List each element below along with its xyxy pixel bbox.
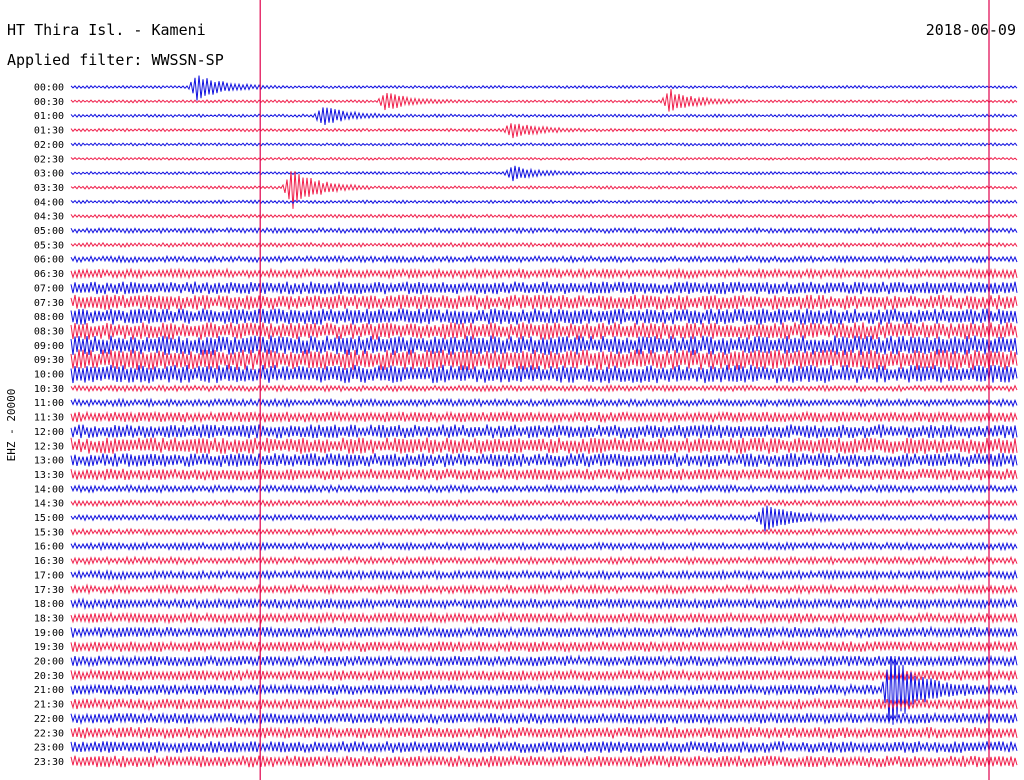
trace-row-0700 (70, 281, 1018, 295)
tick-label: 17:30 (34, 585, 64, 596)
tick-label: 02:00 (34, 140, 64, 151)
tick-label: 12:00 (34, 427, 64, 438)
trace-row-1700 (70, 568, 1018, 581)
trace-row-1630 (70, 555, 1018, 566)
tick-label: 12:30 (34, 441, 64, 452)
channel-label: EHZ - 20000 (5, 389, 18, 462)
trace-row-0230 (70, 156, 1018, 161)
trace-row-1400 (70, 483, 1018, 494)
trace-row-2230 (70, 726, 1018, 740)
trace-row-0600 (70, 254, 1018, 264)
tick-label: 22:30 (34, 728, 64, 739)
trace-row-1930 (70, 639, 1018, 654)
tick-label: 20:30 (34, 671, 64, 682)
tick-label: 15:00 (34, 513, 64, 524)
tick-label: 23:30 (34, 757, 64, 768)
trace-row-0130 (70, 123, 1018, 139)
helicorder-plot: 00:00 00:30 01:00 01:30 02:00 02:30 03:00 03:30… (5, 0, 1018, 780)
tick-label: 10:00 (34, 370, 64, 381)
trace-row-0300 (70, 165, 1018, 182)
tick-label: 19:00 (34, 628, 64, 639)
tick-label: 10:30 (34, 384, 64, 395)
trace-row-1130 (70, 410, 1018, 424)
trace-row-0630 (70, 267, 1018, 280)
trace-row-2200 (70, 711, 1018, 726)
tick-label: 08:30 (34, 326, 64, 337)
trace-row-2000 (70, 654, 1018, 668)
tick-label: 01:00 (34, 111, 64, 122)
tick-label: 09:30 (34, 355, 64, 366)
trace-row-0530 (70, 241, 1018, 248)
trace-row-0000 (70, 75, 1018, 101)
tick-label: 00:30 (34, 97, 64, 108)
tick-label: 21:00 (34, 685, 64, 696)
tick-label: 15:30 (34, 527, 64, 538)
tick-label: 13:00 (34, 456, 64, 467)
trace-row-1900 (70, 625, 1018, 639)
trace-row-1330 (70, 467, 1018, 481)
trace-group (70, 75, 1018, 769)
trace-row-2330 (70, 755, 1018, 769)
tick-label: 03:00 (34, 169, 64, 180)
trace-row-1430 (70, 498, 1018, 508)
tick-label: 19:30 (34, 642, 64, 653)
tick-label: 14:30 (34, 499, 64, 510)
trace-row-1530 (70, 527, 1018, 537)
tick-label: 11:00 (34, 398, 64, 409)
tick-label: 18:00 (34, 599, 64, 610)
tick-label: 23:00 (34, 743, 64, 754)
tick-label: 04:30 (34, 212, 64, 223)
trace-row-0400 (70, 199, 1018, 205)
tick-label: 00:00 (34, 83, 64, 94)
trace-row-0100 (70, 107, 1018, 125)
trace-row-0830 (70, 322, 1018, 340)
tick-label: 09:00 (34, 341, 64, 352)
tick-label: 03:30 (34, 183, 64, 194)
trace-row-0500 (70, 226, 1018, 235)
tick-label: 13:30 (34, 470, 64, 481)
trace-row-2030 (70, 668, 1018, 682)
tick-label: 18:30 (34, 613, 64, 624)
trace-row-0800 (70, 308, 1018, 325)
trace-row-1100 (70, 397, 1018, 408)
tick-label: 16:30 (34, 556, 64, 567)
tick-label: 01:30 (34, 126, 64, 137)
tick-label: 21:30 (34, 700, 64, 711)
trace-row-0430 (70, 213, 1018, 219)
tick-label: 08:00 (34, 312, 64, 323)
trace-row-1300 (70, 453, 1018, 468)
tick-label: 07:30 (34, 298, 64, 309)
trace-row-2300 (70, 740, 1018, 754)
trace-row-1230 (70, 437, 1018, 454)
tick-label: 02:30 (34, 154, 64, 165)
tick-label: 17:00 (34, 570, 64, 581)
trace-row-1500 (70, 505, 1018, 532)
tick-label: 06:00 (34, 255, 64, 266)
tick-label: 22:00 (34, 714, 64, 725)
trace-row-1030 (70, 384, 1018, 393)
tick-label: 16:00 (34, 542, 64, 553)
trace-row-1830 (70, 611, 1018, 625)
trace-row-0200 (70, 142, 1018, 147)
tick-label: 14:00 (34, 484, 64, 495)
tick-label: 05:00 (34, 226, 64, 237)
trace-row-1200 (70, 424, 1018, 439)
tick-label: 20:00 (34, 657, 64, 668)
trace-row-2130 (70, 697, 1018, 712)
tick-label: 11:30 (34, 413, 64, 424)
trace-row-1600 (70, 541, 1018, 552)
tick-label: 04:00 (34, 197, 64, 208)
trace-row-1730 (70, 583, 1018, 596)
trace-row-0730 (70, 294, 1018, 310)
tick-label: 07:00 (34, 283, 64, 294)
row-time-labels: 00:00 00:30 01:00 01:30 02:00 02:30 03:00 03:30… (34, 83, 64, 768)
tick-label: 05:30 (34, 240, 64, 251)
tick-label: 06:30 (34, 269, 64, 280)
trace-row-1800 (70, 597, 1018, 611)
